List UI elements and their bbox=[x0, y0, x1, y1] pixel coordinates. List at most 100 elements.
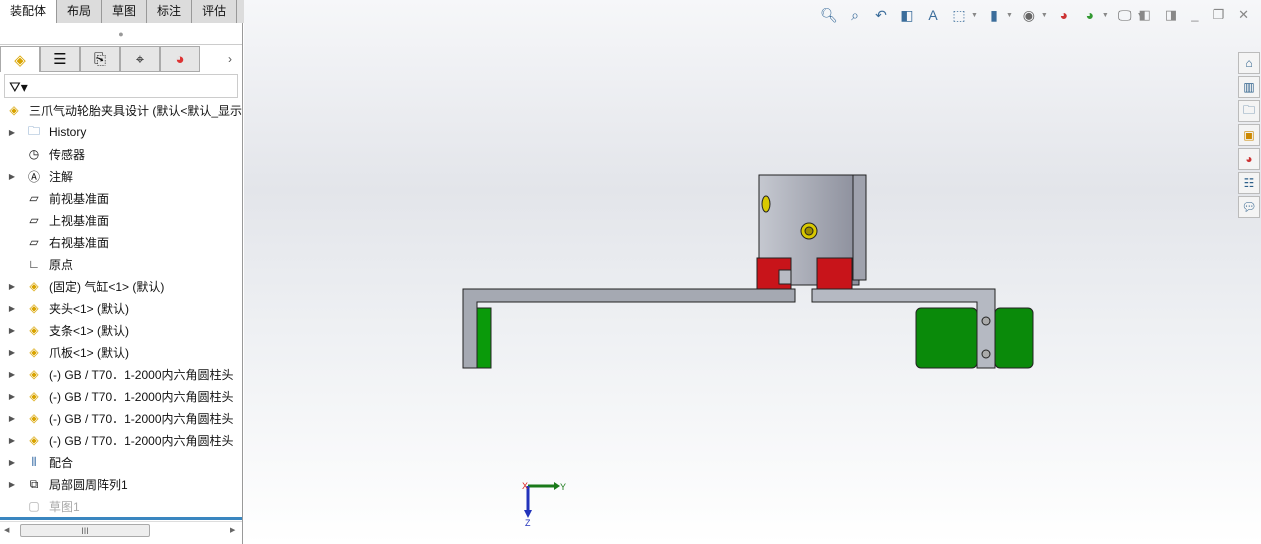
expand-arrow-icon[interactable]: ▶ bbox=[0, 436, 24, 445]
command-tab[interactable]: 装配体 bbox=[0, 0, 58, 23]
expand-arrow-icon[interactable]: ▶ bbox=[0, 128, 24, 137]
pad-right bbox=[915, 307, 978, 369]
part-icon: ◈ bbox=[29, 323, 39, 337]
tree-item-label: 爪板<1> (默认) bbox=[49, 345, 130, 360]
task-pane-tabs: ⌂ ▥ 🗀︎ ▣ ◕ ☷ 💬︎ bbox=[1238, 52, 1261, 220]
custom-properties-icon[interactable]: ☷ bbox=[1238, 172, 1260, 194]
tree-item[interactable]: ▶ ◈ 支条<1> (默认) bbox=[0, 319, 242, 341]
chevron-right-icon[interactable]: › bbox=[218, 46, 242, 72]
plane-icon: ▱ bbox=[29, 191, 39, 205]
tree-item-label: 上视基准面 bbox=[49, 213, 110, 228]
tree-item[interactable]: ∟ 原点 bbox=[0, 253, 242, 275]
tree-item-label: 局部圆周阵列1 bbox=[49, 477, 128, 492]
x-axis-label: X bbox=[522, 481, 528, 491]
tree-item-label: 支条<1> (默认) bbox=[49, 323, 130, 338]
file-explorer-icon[interactable]: 🗀︎ bbox=[1238, 100, 1260, 122]
assembly-model[interactable] bbox=[244, 0, 1261, 544]
tree-item[interactable]: ▢ 草图1 bbox=[0, 495, 242, 517]
dimxpert-tab[interactable]: ⌖ bbox=[120, 46, 160, 72]
configuration-manager-tab[interactable]: ⎘ bbox=[80, 46, 120, 72]
view-palette-icon[interactable]: ▣ bbox=[1238, 124, 1260, 146]
tree-item[interactable]: ◷ 传感器 bbox=[0, 143, 242, 165]
filter-button[interactable]: ⛛▾ bbox=[4, 74, 238, 98]
list-icon: ☰ bbox=[53, 51, 67, 68]
tree-item[interactable]: ▱ 上视基准面 bbox=[0, 209, 242, 231]
command-tab[interactable]: 布局 bbox=[57, 0, 103, 23]
jaw-right bbox=[816, 257, 853, 290]
sensor-icon: ◷ bbox=[28, 147, 40, 161]
tree-item-label: (-) GB / T70．1-2000内六角圆柱头 bbox=[49, 433, 234, 448]
tree-item-label: 草图1 bbox=[49, 499, 80, 514]
plane-icon: ▱ bbox=[29, 213, 39, 227]
appearances-icon[interactable]: ◕ bbox=[1238, 148, 1260, 170]
command-tab[interactable]: 标注 bbox=[147, 0, 193, 23]
tree-item[interactable]: ▶ ⫴ 配合 bbox=[0, 451, 242, 473]
feature-manager-tab[interactable]: ◈ bbox=[0, 46, 40, 72]
tree-item-label: 配合 bbox=[49, 455, 74, 470]
part-icon: ◈ bbox=[29, 411, 39, 425]
pad-left bbox=[476, 307, 492, 369]
tree-item[interactable]: ▶ ◈ (-) GB / T70．1-2000内六角圆柱头 bbox=[0, 407, 242, 429]
tree-item[interactable]: ▶ ⧉ 局部圆周阵列1 bbox=[0, 473, 242, 495]
tree-item[interactable]: ▶ Ⓐ 注解 bbox=[0, 165, 242, 187]
plane-icon: ▱ bbox=[29, 235, 39, 249]
scroll-right-icon[interactable]: ▶ bbox=[230, 526, 235, 534]
expand-arrow-icon[interactable]: ▶ bbox=[0, 348, 24, 357]
annotation-icon: Ⓐ bbox=[27, 169, 40, 184]
tree-item[interactable]: ▶ 🗀︎ History bbox=[0, 121, 242, 143]
origin-icon: ∟ bbox=[28, 257, 40, 271]
panel-tabs: ◈ ☰ ⎘ ⌖ ◕ › bbox=[0, 46, 242, 72]
property-manager-tab[interactable]: ☰ bbox=[40, 46, 80, 72]
expand-arrow-icon[interactable]: ▶ bbox=[0, 480, 24, 489]
expand-arrow-icon[interactable]: ▶ bbox=[0, 326, 24, 335]
expand-arrow-icon[interactable]: ▶ bbox=[0, 458, 24, 467]
forum-icon[interactable]: 💬︎ bbox=[1238, 196, 1260, 218]
home-icon[interactable]: ⌂ bbox=[1238, 52, 1260, 74]
display-manager-tab[interactable]: ◕ bbox=[160, 46, 200, 72]
scrollbar-thumb[interactable]: III bbox=[20, 524, 150, 537]
tree-item[interactable]: ▶ ◈ (固定) 气缸<1> (默认) bbox=[0, 275, 242, 297]
command-tab[interactable]: 草图 bbox=[102, 0, 148, 23]
tree-item[interactable]: ▱ 右视基准面 bbox=[0, 231, 242, 253]
scroll-left-icon[interactable]: ◀ bbox=[4, 526, 9, 534]
appearance-icon: ◕ bbox=[175, 50, 185, 68]
tree-root-label: 三爪气动轮胎夹具设计 (默认<默认_显示 bbox=[28, 103, 242, 118]
tree-item-label: 前视基准面 bbox=[49, 191, 110, 206]
graphics-viewport[interactable]: 🔍︎ ⌕ ↶ ◧ A ⬚ ▼ ▮ ▼ ◉ ▼ ◕ ◕ ▼ 🖵︎ ▼ ◧ ◨ _ ❐ ✕ X… bbox=[244, 0, 1261, 544]
tree-item[interactable]: ▶ ◈ (-) GB / T70．1-2000内六角圆柱头 bbox=[0, 385, 242, 407]
tree-item-label: (固定) 气缸<1> (默认) bbox=[49, 279, 165, 294]
screw bbox=[981, 349, 991, 359]
tree-root[interactable]: ◈ 三爪气动轮胎夹具设计 (默认<默认_显示 bbox=[0, 99, 242, 121]
expand-arrow-icon[interactable]: ▶ bbox=[0, 282, 24, 291]
tree-item[interactable]: ▶ ◈ 夹头<1> (默认) bbox=[0, 297, 242, 319]
panel-grip[interactable]: ● bbox=[0, 23, 242, 45]
feature-tree: ◈ 三爪气动轮胎夹具设计 (默认<默认_显示 ▶ 🗀︎ History ◷ 传感器 ▶ Ⓐ 注… bbox=[0, 99, 242, 517]
expand-arrow-icon[interactable]: ▶ bbox=[0, 392, 24, 401]
tree-item-label: 传感器 bbox=[49, 147, 86, 162]
design-library-icon[interactable]: ▥ bbox=[1238, 76, 1260, 98]
tree-item-label: 原点 bbox=[49, 257, 74, 272]
expand-arrow-icon[interactable]: ▶ bbox=[0, 370, 24, 379]
expand-arrow-icon[interactable]: ▶ bbox=[0, 172, 24, 181]
tree-item[interactable]: ▱ 前视基准面 bbox=[0, 187, 242, 209]
tree-item[interactable]: ▶ ◈ (-) GB / T70．1-2000内六角圆柱头 bbox=[0, 429, 242, 451]
part-icon: ◈ bbox=[29, 389, 39, 403]
tree-item[interactable]: ▶ ◈ 爪板<1> (默认) bbox=[0, 341, 242, 363]
command-tab[interactable]: 评估 bbox=[192, 0, 238, 23]
mates-icon: ⫴ bbox=[31, 454, 37, 469]
part-icon: ◈ bbox=[29, 301, 39, 315]
tree-item[interactable]: ▶ ◈ (-) GB / T70．1-2000内六角圆柱头 bbox=[0, 363, 242, 385]
horizontal-scrollbar[interactable]: ◀ III ▶ bbox=[0, 521, 242, 538]
assembly-icon: ◈ bbox=[14, 51, 26, 69]
circular-pattern-icon: ⧉ bbox=[29, 476, 39, 491]
config-icon: ⎘ bbox=[93, 50, 106, 68]
tree-item-label: 注解 bbox=[49, 169, 74, 184]
tree-item-label: (-) GB / T70．1-2000内六角圆柱头 bbox=[49, 367, 234, 382]
filter-icon: ⛛▾ bbox=[9, 79, 28, 95]
expand-arrow-icon[interactable]: ▶ bbox=[0, 414, 24, 423]
bracket-left bbox=[462, 288, 796, 369]
expand-arrow-icon[interactable]: ▶ bbox=[0, 304, 24, 313]
assembly-icon: ◈ bbox=[9, 103, 19, 117]
y-axis-label: Y bbox=[560, 482, 566, 492]
part-icon: ◈ bbox=[29, 433, 39, 447]
